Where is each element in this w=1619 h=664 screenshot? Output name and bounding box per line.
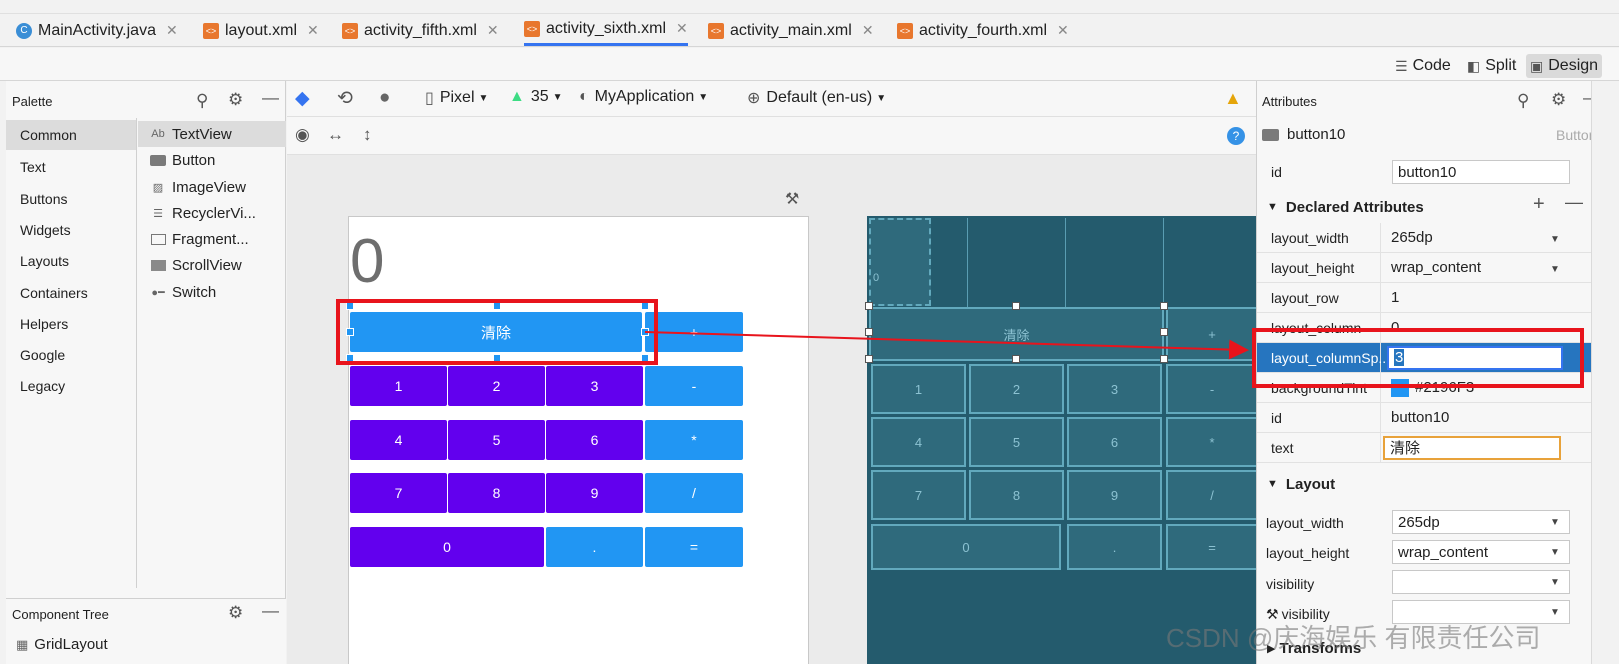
annotation-arrow <box>644 331 1249 360</box>
watermark: CSDN @庆海娱乐 有限责任公司 <box>1166 623 1541 653</box>
